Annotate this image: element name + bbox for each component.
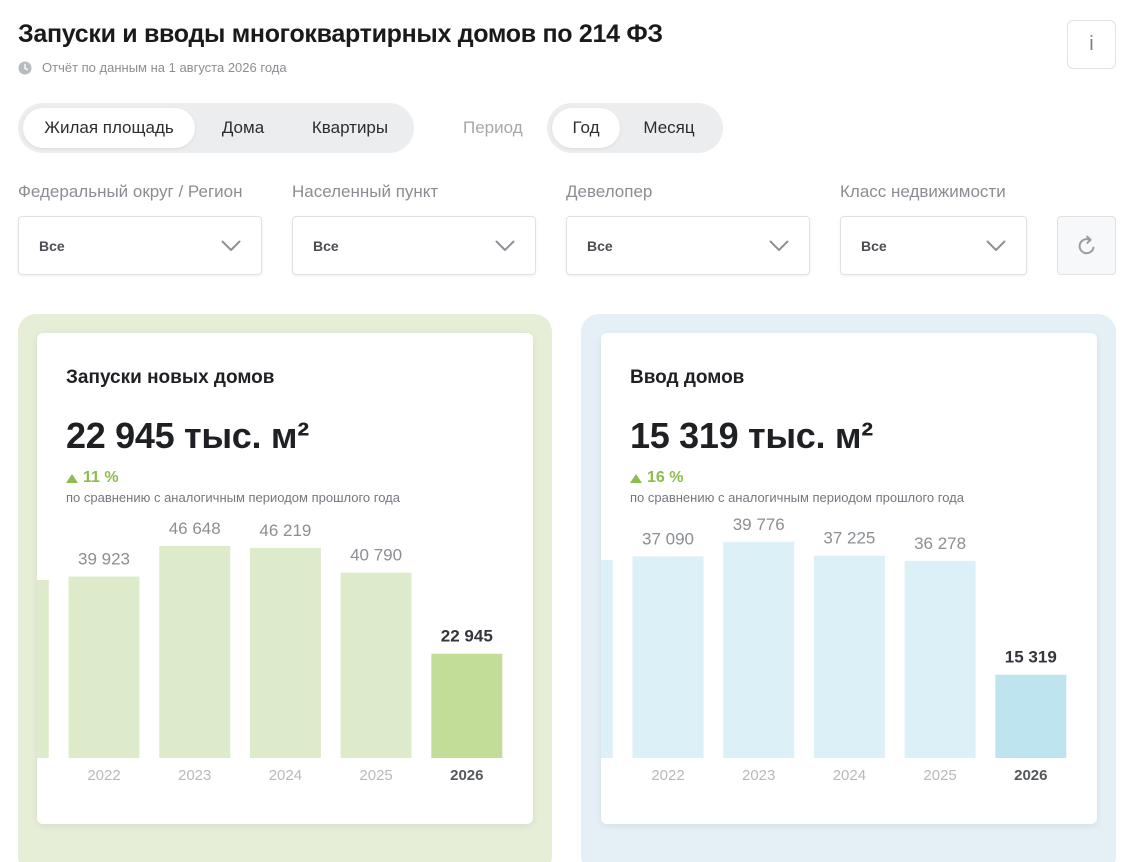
year-label-2025: 2025 [923, 767, 956, 784]
year-label-2023: 2023 [178, 767, 211, 784]
filter-label-class: Класс недвижимости [840, 182, 1006, 201]
page-title: Запуски и вводы многоквартирных домов по… [18, 20, 663, 48]
chevron-down-icon [769, 240, 789, 251]
report-date: Отчёт по данным на 1 августа 2026 года [18, 60, 287, 75]
chevron-down-icon [495, 240, 515, 251]
bar-value-label-2025: 36 278 [914, 534, 966, 553]
year-label-2022: 2022 [87, 767, 120, 784]
chevron-down-icon [986, 240, 1006, 251]
developer-select-value: Все [587, 237, 613, 254]
year-label-2022: 2022 [651, 767, 684, 784]
bar-value-label-2023: 39 776 [733, 515, 785, 534]
bar-value-label-2026: 22 945 [441, 627, 493, 646]
bar-previous-clipped [601, 560, 613, 758]
bar-2024[interactable] [813, 555, 885, 758]
bar-value-label-2022: 37 090 [642, 529, 694, 548]
bar-value-label-2026: 15 319 [1005, 648, 1057, 667]
property-class-select-value: Все [861, 237, 887, 254]
commissioning-bar-chart: 37 090 2022 39 776 2023 37 225 2024 36 278 2025… [601, 515, 1067, 784]
bar-2023[interactable] [159, 545, 231, 758]
bar-2025[interactable] [340, 572, 412, 758]
bar-value-label-2024: 37 225 [823, 529, 875, 548]
bar-value-label-2025: 40 790 [350, 546, 402, 565]
property-class-select[interactable]: Все [840, 216, 1027, 275]
year-label-2026: 2026 [450, 767, 483, 784]
commissioning-card: Ввод домов 15 319 тыс. м² 16 % по сравне… [601, 333, 1097, 824]
bar-2026[interactable] [995, 674, 1067, 758]
locality-select[interactable]: Все [292, 216, 536, 275]
tab-houses[interactable]: Дома [195, 108, 291, 148]
info-icon: i [1089, 33, 1094, 55]
bar-2022[interactable] [68, 576, 140, 758]
metric-switch: Жилая площадь Дома Квартиры [18, 103, 414, 153]
chevron-down-icon [221, 240, 241, 251]
bar-2025[interactable] [904, 560, 976, 758]
tab-living-area[interactable]: Жилая площадь [23, 108, 195, 148]
launches-bar-chart: 39 923 2022 46 648 2023 46 219 2024 40 790 2025… [37, 519, 503, 784]
period-label: Период [463, 118, 523, 137]
bar-2024[interactable] [249, 547, 321, 758]
info-button[interactable]: i [1067, 20, 1116, 69]
clock-icon [18, 61, 32, 74]
tab-year[interactable]: Год [552, 108, 620, 148]
bar-2026[interactable] [431, 653, 503, 758]
bar-previous-clipped [37, 580, 49, 758]
launches-card: Запуски новых домов 22 945 тыс. м² 11 % … [37, 333, 533, 824]
reset-filters-button[interactable] [1057, 216, 1116, 275]
tab-apartments[interactable]: Квартиры [291, 108, 409, 148]
year-label-2025: 2025 [359, 767, 392, 784]
developer-select[interactable]: Все [566, 216, 810, 275]
filter-label-locality: Населенный пункт [292, 182, 439, 201]
report-date-text: Отчёт по данным на 1 августа 2026 года [42, 60, 287, 75]
bar-value-label-2024: 46 219 [259, 521, 311, 540]
refresh-icon [1078, 235, 1094, 254]
year-label-2024: 2024 [269, 767, 302, 784]
year-label-2026: 2026 [1014, 767, 1047, 784]
region-select[interactable]: Все [18, 216, 262, 275]
bar-2023[interactable] [723, 541, 795, 758]
region-select-value: Все [39, 237, 65, 254]
year-label-2023: 2023 [742, 767, 775, 784]
bar-2022[interactable] [632, 556, 704, 758]
filter-label-region: Федеральный округ / Регион [18, 182, 243, 201]
locality-select-value: Все [313, 237, 339, 254]
bar-value-label-2022: 39 923 [78, 550, 130, 569]
tab-month[interactable]: Месяц [620, 108, 718, 148]
year-label-2024: 2024 [833, 767, 866, 784]
period-switch: Год Месяц [547, 103, 723, 153]
filter-label-developer: Девелопер [566, 182, 653, 201]
bar-value-label-2023: 46 648 [169, 519, 221, 538]
